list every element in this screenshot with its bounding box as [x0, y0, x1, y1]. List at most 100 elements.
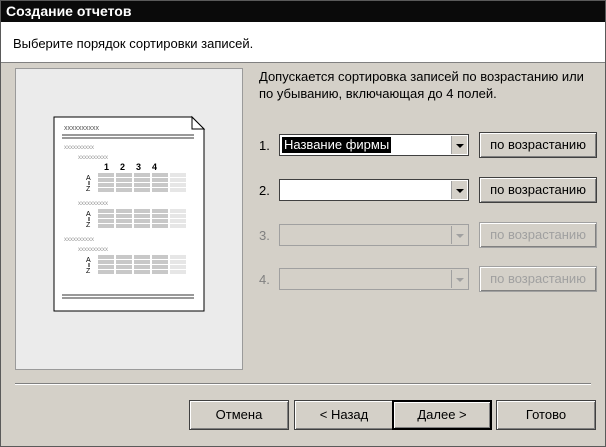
preview-header-text: xxxxxxxxxx [64, 125, 100, 132]
preview-data-cell [134, 209, 150, 213]
preview-sort-glyph-z: Z [86, 186, 91, 193]
preview-data-cell [152, 173, 168, 177]
sort-field-4-dropdown-button [451, 270, 467, 288]
sort-field-2-dropdown-button[interactable] [451, 181, 467, 199]
sort-row-4-number: 4. [259, 272, 270, 287]
preview-data-cell [116, 260, 132, 264]
preview-data-cell [152, 255, 168, 259]
preview-data-cell [152, 219, 168, 223]
preview-data-cell [134, 178, 150, 182]
preview-column-number: 1 [104, 162, 109, 172]
preview-data-cell [98, 214, 114, 218]
preview-data-cell [170, 214, 186, 218]
sort-field-3-combo [279, 224, 469, 246]
preview-data-cell [170, 178, 186, 182]
preview-column-number: 2 [120, 162, 125, 172]
preview-data-cell [170, 209, 186, 213]
header-instruction: Выберите порядок сортировки записей. [13, 36, 254, 51]
sort-order-1-button[interactable]: по возрастанию [479, 132, 597, 158]
sort-order-2-button[interactable]: по возрастанию [479, 177, 597, 203]
sort-field-3-dropdown-button [451, 226, 467, 244]
sort-row-2-number: 2. [259, 183, 270, 198]
window-title: Создание отчетов [1, 1, 605, 22]
preview-data-cell [116, 188, 132, 192]
wizard-header: Выберите порядок сортировки записей. [1, 22, 605, 63]
sort-row-1-number: 1. [259, 138, 270, 153]
footer-separator [15, 383, 591, 385]
cancel-button[interactable]: Отмена [189, 400, 289, 430]
preview-data-cell [170, 219, 186, 223]
preview-data-cell [134, 219, 150, 223]
preview-sort-glyph-a: A [86, 257, 91, 264]
sort-field-1-dropdown-button[interactable] [451, 136, 467, 154]
preview-data-cell [152, 178, 168, 182]
preview-data-cell [134, 173, 150, 177]
preview-data-cell [98, 178, 114, 182]
report-preview-illustration: xxxxxxxxxx xxxxxxxxxxxxxxxxxxxx1 2 3 4AZxxx… [53, 115, 206, 312]
preview-data-cell [116, 209, 132, 213]
preview-data-cell [170, 260, 186, 264]
preview-data-cell [134, 214, 150, 218]
preview-data-cell [152, 209, 168, 213]
preview-data-cell [134, 260, 150, 264]
preview-data-cell [170, 270, 186, 274]
preview-data-cell [98, 255, 114, 259]
sort-field-4-combo [279, 268, 469, 290]
preview-data-cell [98, 219, 114, 223]
preview-data-cell [134, 265, 150, 269]
preview-data-cell [134, 183, 150, 187]
preview-sort-glyph-z: Z [86, 222, 91, 229]
preview-data-cell [116, 178, 132, 182]
preview-data-cell [134, 270, 150, 274]
preview-data-cell [152, 188, 168, 192]
sort-field-1-combo[interactable]: Название фирмы [279, 134, 469, 156]
preview-data-cell [98, 270, 114, 274]
preview-group-1-label: xxxxxxxxxx [64, 237, 94, 243]
preview-data-cell [170, 188, 186, 192]
preview-data-cell [152, 265, 168, 269]
preview-data-cell [98, 183, 114, 187]
preview-data-cell [152, 270, 168, 274]
preview-group-2-label: xxxxxxxxxx [78, 201, 108, 207]
preview-data-cell [116, 224, 132, 228]
preview-data-cell [170, 255, 186, 259]
preview-data-cell [98, 260, 114, 264]
preview-data-cell [152, 224, 168, 228]
preview-data-cell [116, 265, 132, 269]
preview-data-cell [152, 183, 168, 187]
preview-sort-glyph-z: Z [86, 268, 91, 275]
sort-field-1-value: Название фирмы [282, 137, 392, 153]
preview-data-cell [98, 265, 114, 269]
preview-data-cell [134, 255, 150, 259]
preview-data-cell [152, 214, 168, 218]
preview-data-cell [98, 173, 114, 177]
preview-column-number: 3 [136, 162, 141, 172]
sort-order-3-button: по возрастанию [479, 222, 597, 248]
preview-data-cell [98, 188, 114, 192]
preview-data-cell [134, 224, 150, 228]
sort-description: Допускается сортировка записей по возрас… [259, 69, 584, 101]
preview-group-2-label: xxxxxxxxxx [78, 155, 108, 161]
preview-data-cell [98, 209, 114, 213]
preview-group-1-label: xxxxxxxxxx [64, 145, 94, 151]
chevron-down-icon [456, 189, 464, 193]
preview-group-2-label: xxxxxxxxxx [78, 247, 108, 253]
back-button[interactable]: < Назад [294, 400, 394, 430]
chevron-down-icon [456, 234, 464, 238]
report-wizard-window: Создание отчетов Выберите порядок сортир… [0, 0, 606, 447]
preview-data-cell [116, 173, 132, 177]
preview-data-cell [170, 265, 186, 269]
preview-data-cell [116, 219, 132, 223]
preview-data-cell [116, 214, 132, 218]
finish-button[interactable]: Готово [496, 400, 596, 430]
preview-data-cell [116, 183, 132, 187]
preview-data-cell [98, 224, 114, 228]
next-button[interactable]: Далее > [392, 400, 492, 430]
sort-field-2-combo[interactable] [279, 179, 469, 201]
preview-data-cell [170, 173, 186, 177]
chevron-down-icon [456, 144, 464, 148]
sort-order-4-button: по возрастанию [479, 266, 597, 292]
preview-data-cell [116, 255, 132, 259]
preview-data-cell [134, 188, 150, 192]
sort-row-3-number: 3. [259, 228, 270, 243]
